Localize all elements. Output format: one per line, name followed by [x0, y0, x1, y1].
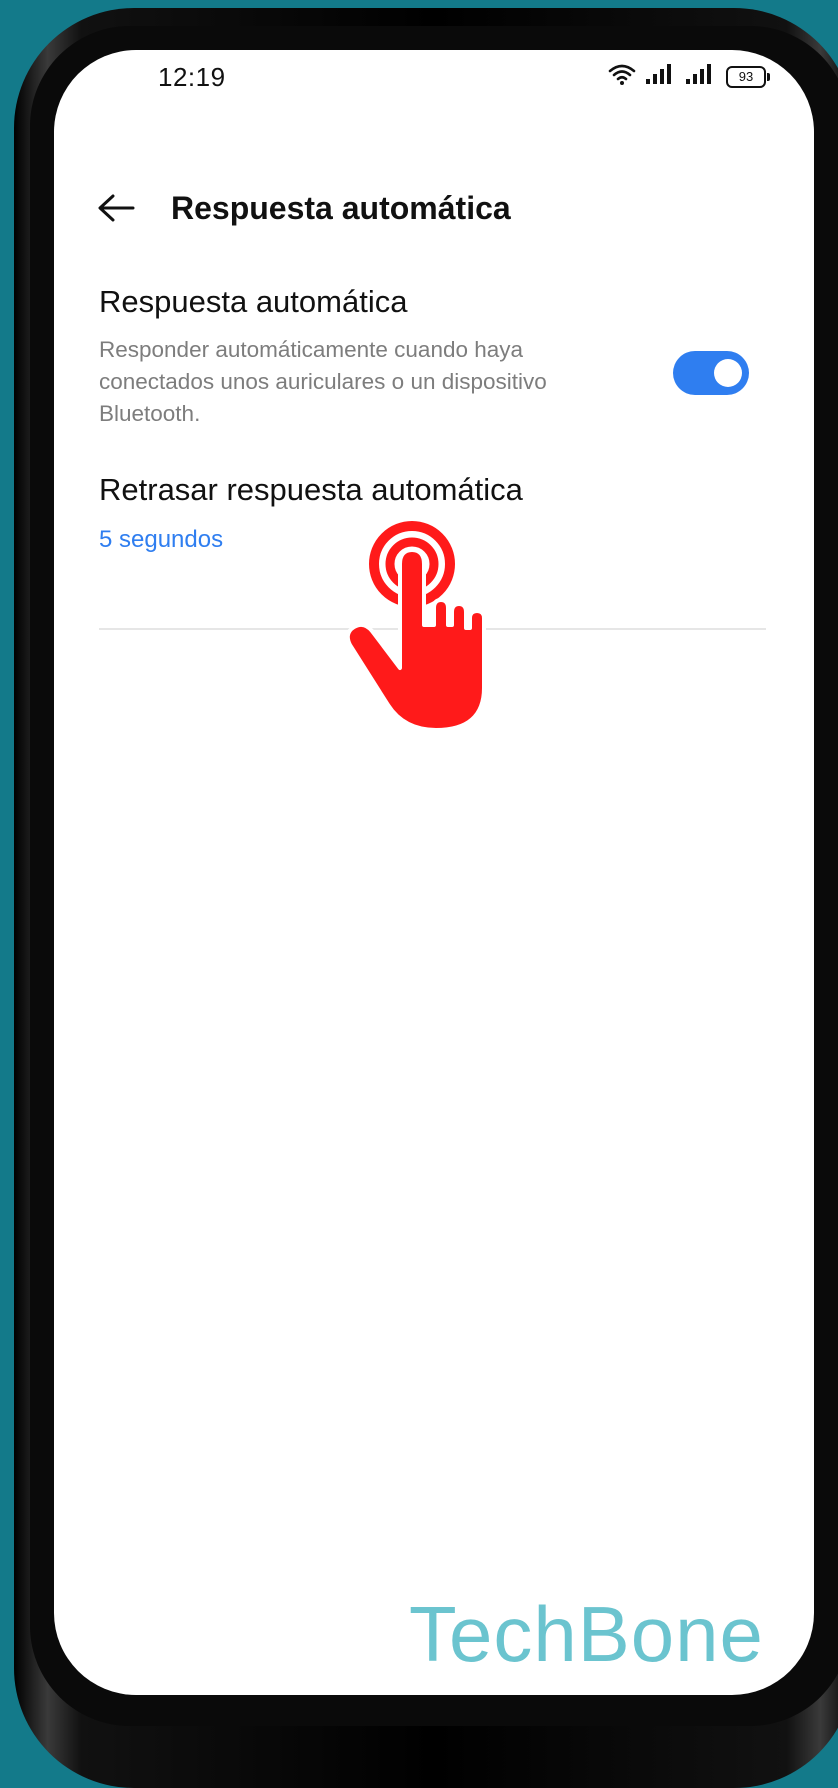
signal-icon: [686, 63, 716, 90]
back-arrow-icon: [98, 194, 135, 222]
battery-icon: 93: [726, 65, 770, 88]
status-icons: 93: [608, 62, 770, 91]
toggle-knob: [714, 359, 742, 387]
watermark-logo: TechBone: [409, 1590, 764, 1678]
back-button[interactable]: [94, 186, 138, 230]
auto-answer-toggle[interactable]: [673, 351, 749, 395]
tap-hand-icon: [345, 521, 486, 732]
setting-description: Responder automáticamente cuando haya co…: [99, 337, 547, 426]
auto-answer-setting[interactable]: Respuesta automática Responder automátic…: [99, 282, 749, 442]
phone-screen: 12:19 93 Respuesta automática Respuesta …: [54, 50, 814, 1695]
status-time: 12:19: [158, 62, 226, 92]
wifi-icon: [608, 62, 636, 91]
page-title: Respuesta automática: [171, 190, 511, 226]
setting-title: Retrasar respuesta automática: [99, 472, 523, 507]
status-bar: 12:19 93: [54, 50, 814, 110]
app-header: Respuesta automática: [54, 170, 814, 250]
signal-icon: [646, 63, 676, 90]
setting-title: Respuesta automática: [99, 284, 408, 319]
